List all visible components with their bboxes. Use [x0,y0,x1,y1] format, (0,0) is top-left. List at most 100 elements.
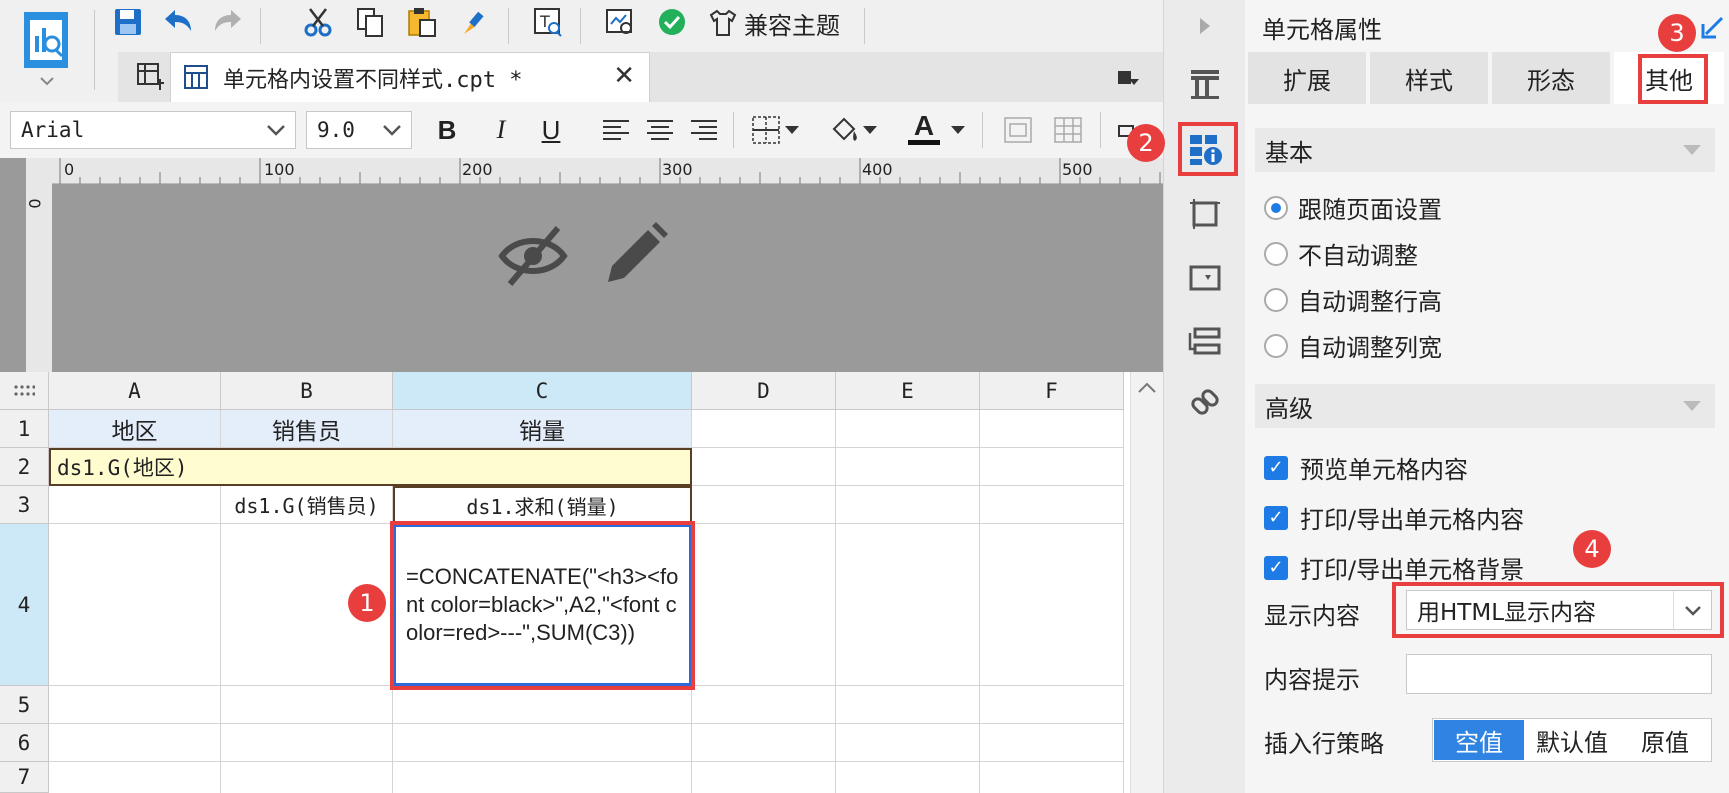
cell-c3[interactable]: ds1.求和(销量) [393,486,692,524]
scroll-up-icon[interactable] [1131,372,1164,402]
tab-style[interactable]: 样式 [1370,52,1490,104]
cell-e3[interactable] [836,486,980,524]
cell-e2[interactable] [836,448,980,486]
radio-selected[interactable] [1264,195,1288,220]
cell-d2[interactable] [692,448,836,486]
checkbox-checked-icon[interactable]: ✓ [1264,455,1288,480]
cell-f4[interactable] [980,524,1124,686]
pencil-icon[interactable] [600,220,670,290]
check-preview-content[interactable]: ✓ 预览单元格内容 [1264,450,1468,485]
row-header-4[interactable]: 4 [0,524,49,686]
tab-expand[interactable]: 扩展 [1248,52,1368,104]
cell-d1[interactable] [692,410,836,448]
column-header-d[interactable]: D [692,372,836,410]
insert-empty-option[interactable]: 空值 [1434,720,1524,760]
column-header-a[interactable]: A [49,372,221,410]
collapse-arrow-icon[interactable] [1700,14,1726,40]
column-header-f[interactable]: F [980,372,1124,410]
cell-a6[interactable] [49,724,221,762]
vertical-scrollbar[interactable] [1130,372,1163,793]
dropdown-arrow-icon[interactable] [860,110,880,150]
row-header-3[interactable]: 3 [0,486,49,524]
row-header-6[interactable]: 6 [0,724,49,762]
format-painter-icon[interactable] [454,2,494,42]
row-header-1[interactable]: 1 [0,410,49,448]
cell-a5[interactable] [49,686,221,724]
cell-f3[interactable] [980,486,1124,524]
cell-e1[interactable] [836,410,980,448]
cell-e5[interactable] [836,686,980,724]
select-all-corner[interactable] [0,372,49,410]
radio-auto-row-height[interactable]: 自动调整行高 [1264,282,1442,317]
text-search-icon[interactable]: T [528,2,568,42]
cell-c7[interactable] [393,762,692,793]
underline-button[interactable]: U [534,110,568,150]
cell-a3[interactable] [49,486,221,524]
column-header-e[interactable]: E [836,372,980,410]
theme-button[interactable]: 兼容主题 [708,6,840,40]
tab-menu-icon[interactable] [1108,58,1148,98]
cell-a4[interactable] [49,524,221,686]
insert-original-option[interactable]: 原值 [1620,720,1710,760]
cell-f7[interactable] [980,762,1124,793]
font-color-icon[interactable]: A [904,108,944,148]
check-circle-icon[interactable] [652,2,692,42]
cell-e4[interactable] [836,524,980,686]
cell-f5[interactable] [980,686,1124,724]
row-header-7[interactable]: 7 [0,762,49,793]
radio-unselected[interactable] [1264,287,1288,312]
tooltip-input[interactable] [1406,654,1712,694]
tab-widget[interactable]: 形态 [1492,52,1612,104]
undo-icon[interactable] [158,2,198,42]
cell-a2-merged[interactable]: ds1.G(地区) [49,448,692,486]
radio-auto-column-width[interactable]: 自动调整列宽 [1264,328,1442,363]
grid-add-icon[interactable] [130,56,170,96]
eye-off-icon[interactable] [498,220,568,290]
app-logo-icon[interactable] [22,10,72,86]
column-header-b[interactable]: B [221,372,393,410]
hyperlink-icon[interactable] [1183,382,1227,426]
cell-e7[interactable] [836,762,980,793]
cell-c6[interactable] [393,724,692,762]
cell-d4[interactable] [692,524,836,686]
cell-f6[interactable] [980,724,1124,762]
close-icon[interactable]: ✕ [613,61,635,91]
radio-unselected[interactable] [1264,241,1288,266]
condition-attributes-icon[interactable] [1183,320,1227,364]
cut-icon[interactable] [298,2,338,42]
cell-c1[interactable]: 销量 [393,410,692,448]
expand-panel-icon[interactable] [1183,4,1227,48]
cell-d7[interactable] [692,762,836,793]
insert-default-option[interactable]: 默认值 [1524,720,1620,760]
cell-f2[interactable] [980,448,1124,486]
font-family-select[interactable]: Arial [10,111,296,149]
paste-icon[interactable] [402,2,442,42]
preview-chart-icon[interactable] [600,2,640,42]
bold-button[interactable]: B [430,110,464,150]
template-properties-icon[interactable] [1183,62,1227,106]
cell-d6[interactable] [692,724,836,762]
split-cells-icon[interactable] [1048,110,1088,150]
align-left-icon[interactable] [596,110,636,150]
dropdown-arrow-icon[interactable] [782,110,802,150]
fill-color-icon[interactable] [824,110,864,150]
row-header-2[interactable]: 2 [0,448,49,486]
cell-a7[interactable] [49,762,221,793]
merge-cells-icon[interactable] [998,110,1038,150]
advanced-section-header[interactable]: 高级 [1255,384,1715,428]
save-icon[interactable] [108,2,148,42]
check-print-background[interactable]: ✓ 打印/导出单元格背景 [1264,550,1524,585]
cell-a1[interactable]: 地区 [49,410,221,448]
cell-f1[interactable] [980,410,1124,448]
copy-icon[interactable] [350,2,390,42]
cell-d5[interactable] [692,686,836,724]
radio-unselected[interactable] [1264,333,1288,358]
cell-c5[interactable] [393,686,692,724]
italic-button[interactable]: I [484,110,518,150]
checkbox-checked-icon[interactable]: ✓ [1264,555,1288,580]
basic-section-header[interactable]: 基本 [1255,128,1715,172]
tab-report-file[interactable]: 单元格内设置不同样式.cpt * ✕ [170,52,650,102]
column-header-c[interactable]: C [393,372,692,410]
radio-follow-page[interactable]: 跟随页面设置 [1264,190,1442,225]
check-print-content[interactable]: ✓ 打印/导出单元格内容 [1264,500,1524,535]
